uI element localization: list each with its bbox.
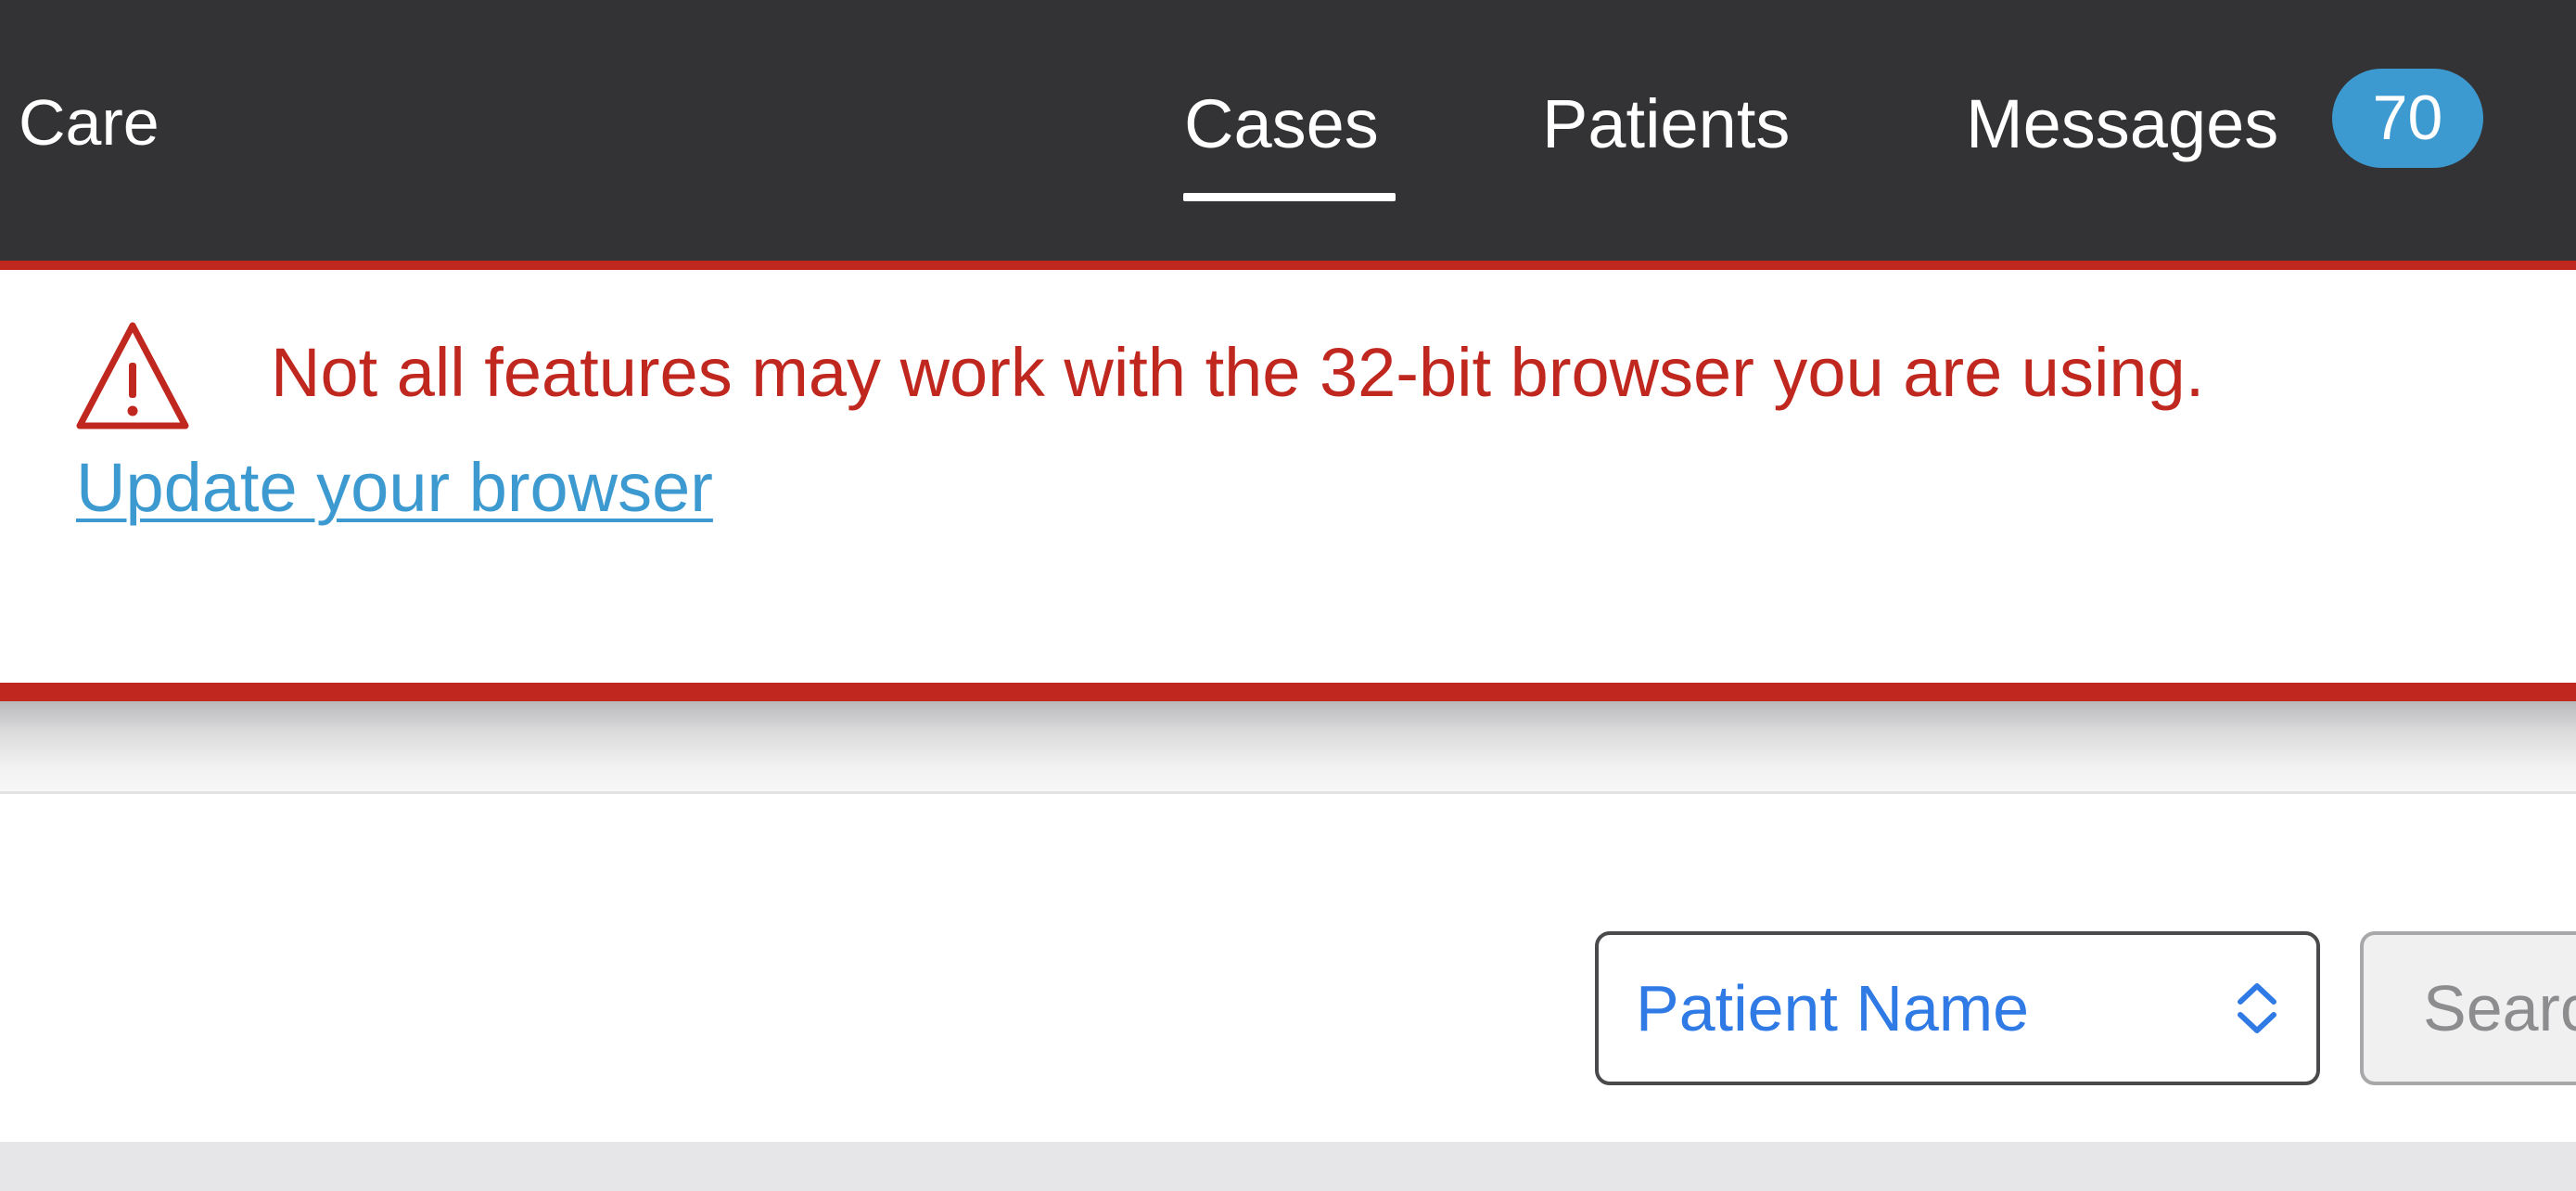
active-tab-indicator: [1183, 193, 1396, 201]
search-button[interactable]: Searc: [2360, 931, 2576, 1085]
tab-messages[interactable]: Messages: [1966, 85, 2278, 163]
warning-triangle-icon: [76, 322, 189, 429]
content-area-top: [0, 1142, 2576, 1191]
browser-warning-banner: Not all features may work with the 32-bi…: [0, 261, 2576, 701]
banner-shadow: [0, 701, 2576, 794]
search-by-selected-value: Patient Name: [1636, 972, 2030, 1044]
search-by-select[interactable]: Patient Name: [1595, 931, 2320, 1085]
tab-cases[interactable]: Cases: [1184, 85, 1379, 163]
update-browser-link[interactable]: Update your browser: [76, 448, 713, 528]
app-brand[interactable]: Care: [19, 85, 159, 160]
messages-count-badge[interactable]: 70: [2332, 69, 2483, 168]
top-navigation-bar: Care Cases Patients Messages 70: [0, 0, 2576, 261]
tab-patients[interactable]: Patients: [1542, 85, 1790, 163]
warning-message: Not all features may work with the 32-bi…: [271, 334, 2205, 411]
search-filter-row: Patient Name Searc: [0, 797, 2576, 1142]
chevron-up-down-icon: [2238, 983, 2276, 1033]
search-button-label: Searc: [2423, 972, 2576, 1044]
